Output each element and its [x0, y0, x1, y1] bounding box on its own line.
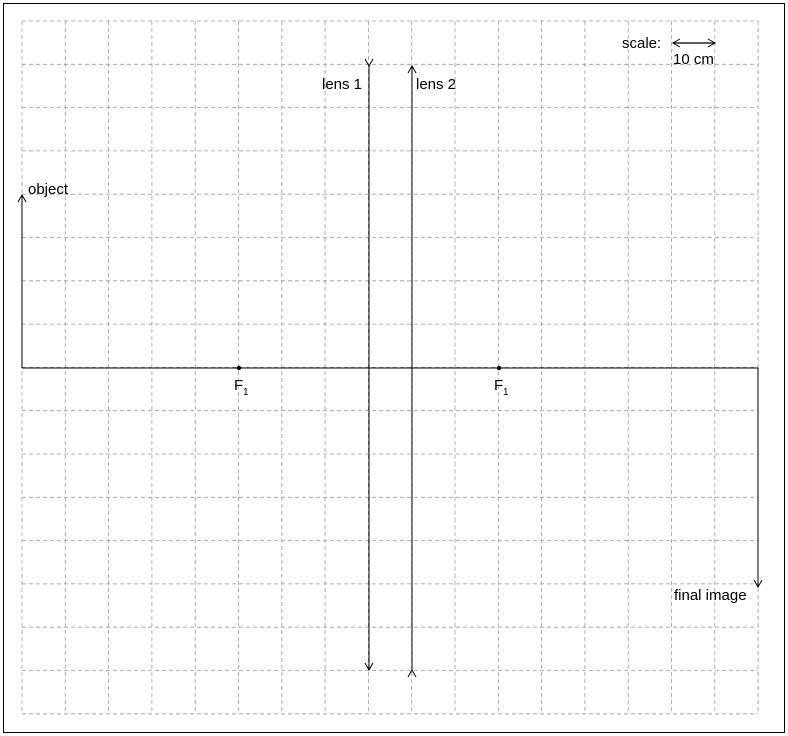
- lens-2-label: lens 2: [416, 76, 456, 93]
- focal-point-left-dot: [236, 365, 242, 371]
- focal-point-right-subscript: 1: [503, 387, 509, 398]
- focal-point-right-dot: [496, 365, 502, 371]
- scale-label: scale:: [622, 35, 661, 52]
- grid: [21, 20, 759, 715]
- final-image-label: final image: [674, 587, 747, 604]
- focal-point-left-subscript: 1: [243, 387, 249, 398]
- scale-value: 10 cm: [673, 51, 714, 68]
- focal-point-left-label: F: [234, 377, 243, 394]
- lens-1-label: lens 1: [322, 76, 362, 93]
- object-label: object: [28, 181, 69, 198]
- focal-point-right-label: F: [494, 377, 503, 394]
- lens-diagram: object final image lens 1 lens 2 F 1 F 1…: [3, 3, 785, 733]
